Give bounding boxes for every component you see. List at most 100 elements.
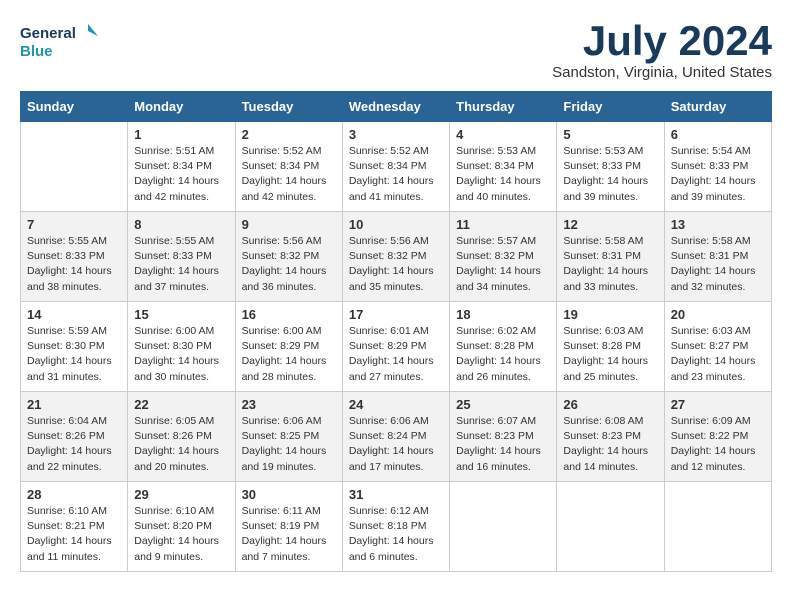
day-number: 25 — [456, 397, 550, 412]
day-info: Sunrise: 6:07 AM Sunset: 8:23 PM Dayligh… — [456, 414, 550, 475]
day-number: 30 — [242, 487, 336, 502]
day-number: 28 — [27, 487, 121, 502]
day-number: 7 — [27, 217, 121, 232]
day-number: 14 — [27, 307, 121, 322]
day-info: Sunrise: 6:03 AM Sunset: 8:28 PM Dayligh… — [563, 324, 657, 385]
day-number: 6 — [671, 127, 765, 142]
day-info: Sunrise: 5:53 AM Sunset: 8:33 PM Dayligh… — [563, 144, 657, 205]
day-info: Sunrise: 5:53 AM Sunset: 8:34 PM Dayligh… — [456, 144, 550, 205]
day-info: Sunrise: 5:56 AM Sunset: 8:32 PM Dayligh… — [349, 234, 443, 295]
week-row-3: 14 Sunrise: 5:59 AM Sunset: 8:30 PM Dayli… — [21, 302, 772, 392]
week-row-2: 7 Sunrise: 5:55 AM Sunset: 8:33 PM Daylig… — [21, 212, 772, 302]
day-number: 31 — [349, 487, 443, 502]
calendar-cell: 18Sunrise: 6:02 AM Sunset: 8:28 PM Dayli… — [450, 302, 557, 392]
calendar-cell: 20Sunrise: 6:03 AM Sunset: 8:27 PM Dayli… — [664, 302, 771, 392]
calendar-cell — [664, 482, 771, 572]
day-info: Sunrise: 6:12 AM Sunset: 8:18 PM Dayligh… — [349, 504, 443, 565]
day-info: Sunrise: 5:58 AM Sunset: 8:31 PM Dayligh… — [563, 234, 657, 295]
calendar-cell: 13Sunrise: 5:58 AM Sunset: 8:31 PM Dayli… — [664, 212, 771, 302]
day-info: Sunrise: 5:51 AM Sunset: 8:34 PM Dayligh… — [134, 144, 228, 205]
header-sunday: Sunday — [21, 92, 128, 122]
title-area: July 2024 Sandston, Virginia, United Sta… — [552, 20, 772, 81]
calendar-cell: 28 Sunrise: 6:10 AM Sunset: 8:21 PM Dayli… — [21, 482, 128, 572]
calendar-cell: 11Sunrise: 5:57 AM Sunset: 8:32 PM Dayli… — [450, 212, 557, 302]
calendar-cell — [450, 482, 557, 572]
day-info: Sunrise: 6:10 AM Sunset: 8:20 PM Dayligh… — [134, 504, 228, 565]
calendar-cell: 30Sunrise: 6:11 AM Sunset: 8:19 PM Dayli… — [235, 482, 342, 572]
day-info: Sunrise: 6:10 AM Sunset: 8:21 PM Dayligh… — [27, 504, 121, 565]
day-info: Sunrise: 5:56 AM Sunset: 8:32 PM Dayligh… — [242, 234, 336, 295]
day-number: 17 — [349, 307, 443, 322]
calendar-cell: 5 Sunrise: 5:53 AM Sunset: 8:33 PM Daylig… — [557, 122, 664, 212]
calendar-cell: 3Sunrise: 5:52 AM Sunset: 8:34 PM Daylig… — [342, 122, 449, 212]
week-row-1: 1 Sunrise: 5:51 AM Sunset: 8:34 PM Daylig… — [21, 122, 772, 212]
header: General Blue July 2024 Sandston, Virgini… — [20, 20, 772, 81]
calendar-cell: 17Sunrise: 6:01 AM Sunset: 8:29 PM Dayli… — [342, 302, 449, 392]
header-tuesday: Tuesday — [235, 92, 342, 122]
day-number: 11 — [456, 217, 550, 232]
calendar-cell: 19 Sunrise: 6:03 AM Sunset: 8:28 PM Dayli… — [557, 302, 664, 392]
day-number: 27 — [671, 397, 765, 412]
day-info: Sunrise: 6:08 AM Sunset: 8:23 PM Dayligh… — [563, 414, 657, 475]
calendar-cell: 23 Sunrise: 6:06 AM Sunset: 8:25 PM Dayli… — [235, 392, 342, 482]
day-number: 26 — [563, 397, 657, 412]
day-number: 8 — [134, 217, 228, 232]
day-info: Sunrise: 6:00 AM Sunset: 8:29 PM Dayligh… — [242, 324, 336, 385]
calendar-table: SundayMondayTuesdayWednesdayThursdayFrid… — [20, 91, 772, 572]
calendar-cell: 1 Sunrise: 5:51 AM Sunset: 8:34 PM Daylig… — [128, 122, 235, 212]
calendar-cell: 8 Sunrise: 5:55 AM Sunset: 8:33 PM Daylig… — [128, 212, 235, 302]
calendar-cell: 24Sunrise: 6:06 AM Sunset: 8:24 PM Dayli… — [342, 392, 449, 482]
day-number: 19 — [563, 307, 657, 322]
calendar-cell: 31 Sunrise: 6:12 AM Sunset: 8:18 PM Dayli… — [342, 482, 449, 572]
calendar-cell: 21Sunrise: 6:04 AM Sunset: 8:26 PM Dayli… — [21, 392, 128, 482]
day-number: 5 — [563, 127, 657, 142]
svg-text:General: General — [20, 25, 76, 42]
calendar-cell: 26 Sunrise: 6:08 AM Sunset: 8:23 PM Dayli… — [557, 392, 664, 482]
day-number: 10 — [349, 217, 443, 232]
day-number: 15 — [134, 307, 228, 322]
day-number: 12 — [563, 217, 657, 232]
calendar-cell: 6Sunrise: 5:54 AM Sunset: 8:33 PM Daylig… — [664, 122, 771, 212]
header-thursday: Thursday — [450, 92, 557, 122]
day-number: 29 — [134, 487, 228, 502]
calendar-cell: 16 Sunrise: 6:00 AM Sunset: 8:29 PM Dayli… — [235, 302, 342, 392]
day-info: Sunrise: 6:05 AM Sunset: 8:26 PM Dayligh… — [134, 414, 228, 475]
week-row-5: 28 Sunrise: 6:10 AM Sunset: 8:21 PM Dayli… — [21, 482, 772, 572]
calendar-cell — [557, 482, 664, 572]
day-info: Sunrise: 5:55 AM Sunset: 8:33 PM Dayligh… — [134, 234, 228, 295]
calendar-cell: 15Sunrise: 6:00 AM Sunset: 8:30 PM Dayli… — [128, 302, 235, 392]
day-info: Sunrise: 6:09 AM Sunset: 8:22 PM Dayligh… — [671, 414, 765, 475]
calendar-cell: 7 Sunrise: 5:55 AM Sunset: 8:33 PM Daylig… — [21, 212, 128, 302]
day-info: Sunrise: 6:06 AM Sunset: 8:24 PM Dayligh… — [349, 414, 443, 475]
day-info: Sunrise: 6:06 AM Sunset: 8:25 PM Dayligh… — [242, 414, 336, 475]
logo-icon: General Blue — [20, 20, 100, 65]
calendar-cell: 9 Sunrise: 5:56 AM Sunset: 8:32 PM Daylig… — [235, 212, 342, 302]
logo: General Blue — [20, 20, 100, 65]
day-info: Sunrise: 5:59 AM Sunset: 8:30 PM Dayligh… — [27, 324, 121, 385]
header-monday: Monday — [128, 92, 235, 122]
location: Sandston, Virginia, United States — [552, 64, 772, 81]
day-number: 22 — [134, 397, 228, 412]
svg-text:Blue: Blue — [20, 43, 53, 60]
header-wednesday: Wednesday — [342, 92, 449, 122]
calendar-cell: 25 Sunrise: 6:07 AM Sunset: 8:23 PM Dayli… — [450, 392, 557, 482]
day-number: 1 — [134, 127, 228, 142]
day-number: 21 — [27, 397, 121, 412]
calendar-cell — [21, 122, 128, 212]
calendar-cell: 29 Sunrise: 6:10 AM Sunset: 8:20 PM Dayli… — [128, 482, 235, 572]
calendar-cell: 10 Sunrise: 5:56 AM Sunset: 8:32 PM Dayli… — [342, 212, 449, 302]
day-number: 23 — [242, 397, 336, 412]
calendar-cell: 14 Sunrise: 5:59 AM Sunset: 8:30 PM Dayli… — [21, 302, 128, 392]
day-info: Sunrise: 6:02 AM Sunset: 8:28 PM Dayligh… — [456, 324, 550, 385]
day-number: 16 — [242, 307, 336, 322]
day-number: 4 — [456, 127, 550, 142]
calendar-cell: 2Sunrise: 5:52 AM Sunset: 8:34 PM Daylig… — [235, 122, 342, 212]
calendar-cell: 12 Sunrise: 5:58 AM Sunset: 8:31 PM Dayli… — [557, 212, 664, 302]
month-title: July 2024 — [552, 20, 772, 62]
day-info: Sunrise: 5:55 AM Sunset: 8:33 PM Dayligh… — [27, 234, 121, 295]
day-number: 2 — [242, 127, 336, 142]
calendar-cell: 4 Sunrise: 5:53 AM Sunset: 8:34 PM Daylig… — [450, 122, 557, 212]
day-number: 9 — [242, 217, 336, 232]
day-number: 3 — [349, 127, 443, 142]
header-friday: Friday — [557, 92, 664, 122]
